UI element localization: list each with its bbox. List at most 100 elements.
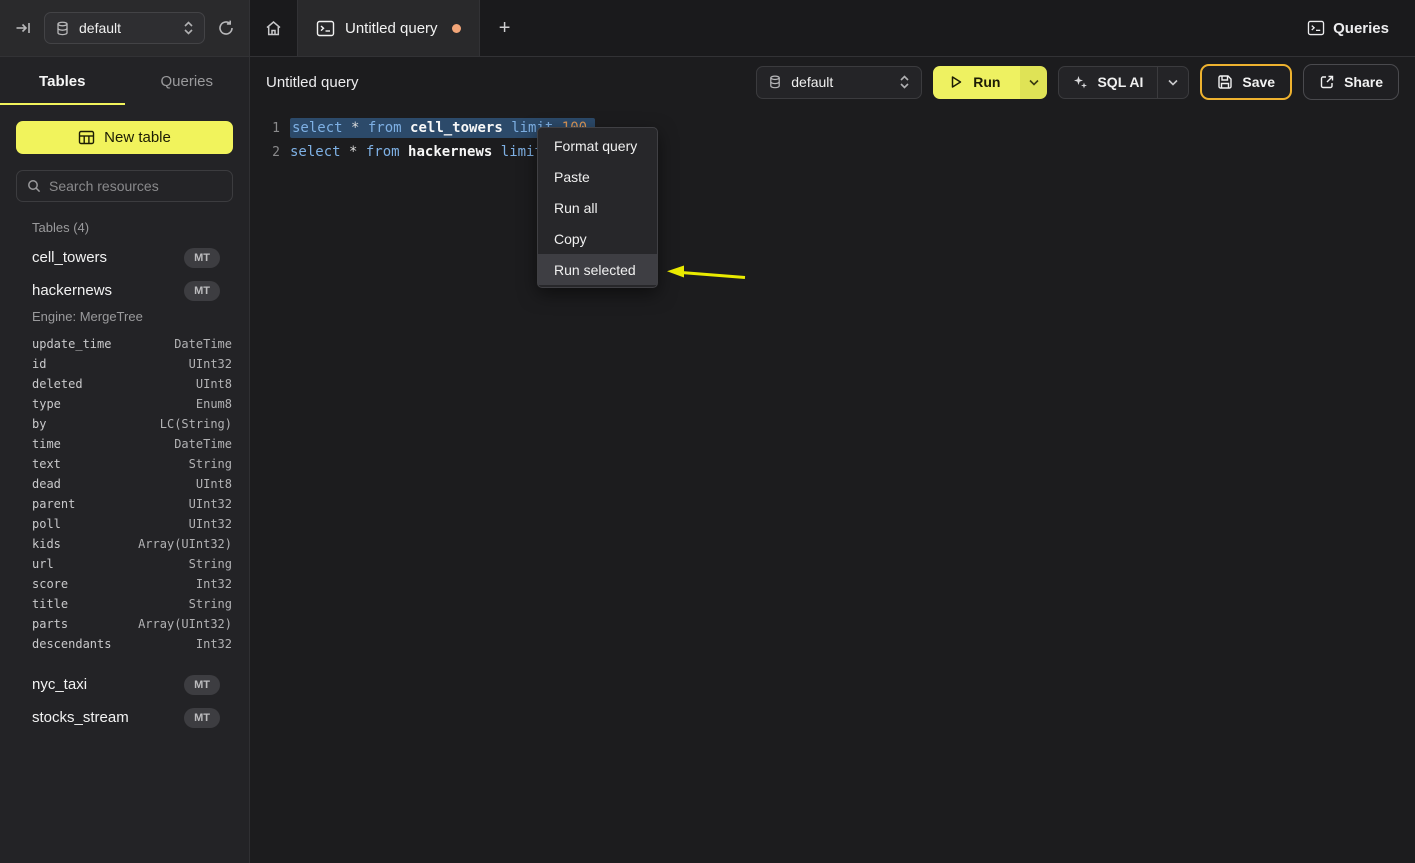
table-row-cell-towers[interactable]: cell_towers MT bbox=[16, 241, 233, 274]
column-name: descendants bbox=[32, 637, 196, 651]
column-row: kidsArray(UInt32) bbox=[16, 534, 233, 554]
column-row: deadUInt8 bbox=[16, 474, 233, 494]
column-type: UInt32 bbox=[189, 357, 232, 371]
share-button[interactable]: Share bbox=[1303, 64, 1399, 100]
query-terminal-icon bbox=[316, 20, 335, 37]
queries-terminal-icon bbox=[1307, 20, 1325, 36]
database-icon bbox=[768, 75, 782, 89]
column-name: parent bbox=[32, 497, 189, 511]
query-header: Untitled query default bbox=[250, 57, 1415, 107]
table-row-nyc-taxi[interactable]: nyc_taxi MT bbox=[16, 668, 233, 701]
column-name: by bbox=[32, 417, 160, 431]
sql-ai-button-group: SQL AI bbox=[1058, 66, 1189, 99]
sql-ai-options-button[interactable] bbox=[1158, 67, 1188, 98]
updown-chevron-icon bbox=[899, 75, 910, 89]
save-button[interactable]: Save bbox=[1200, 64, 1292, 100]
sidebar-tab-queries[interactable]: Queries bbox=[125, 57, 250, 105]
sparkles-icon bbox=[1073, 75, 1088, 90]
column-type: String bbox=[189, 597, 232, 611]
collapse-sidebar-button[interactable] bbox=[14, 19, 32, 37]
column-name: score bbox=[32, 577, 196, 591]
new-table-button[interactable]: New table bbox=[16, 121, 233, 154]
context-menu-item-copy[interactable]: Copy bbox=[538, 223, 657, 254]
queries-button[interactable]: Queries bbox=[1307, 20, 1389, 37]
database-selector-value: default bbox=[79, 20, 174, 36]
collapse-sidebar-icon bbox=[14, 19, 32, 37]
token-kw: from bbox=[366, 144, 400, 160]
context-menu-item-paste[interactable]: Paste bbox=[538, 161, 657, 192]
new-tab-button[interactable]: + bbox=[480, 0, 530, 56]
column-type: UInt32 bbox=[189, 497, 232, 511]
table-grid-icon bbox=[78, 130, 95, 145]
token-plain: * bbox=[343, 120, 368, 136]
column-name: deleted bbox=[32, 377, 196, 391]
sidebar: Tables Queries New table bbox=[0, 57, 250, 863]
column-name: title bbox=[32, 597, 189, 611]
line-number: 2 bbox=[250, 145, 280, 160]
column-row: typeEnum8 bbox=[16, 394, 233, 414]
run-options-button[interactable] bbox=[1020, 66, 1047, 99]
table-name: nyc_taxi bbox=[32, 676, 184, 693]
save-button-label: Save bbox=[1242, 74, 1275, 90]
column-type: String bbox=[189, 557, 232, 571]
table-row-hackernews[interactable]: hackernews MT bbox=[16, 274, 233, 307]
table-row-stocks-stream[interactable]: stocks_stream MT bbox=[16, 701, 233, 734]
sql-editor[interactable]: 1select * from cell_towers limit 100 2 sel… bbox=[250, 107, 1415, 164]
refresh-button[interactable] bbox=[217, 19, 235, 37]
sql-ai-label: SQL AI bbox=[1097, 74, 1143, 90]
tab-strip: Untitled query + Queries bbox=[250, 0, 1415, 56]
run-button[interactable]: Run bbox=[933, 66, 1020, 99]
column-row: descendantsInt32 bbox=[16, 634, 233, 654]
column-row: update_timeDateTime bbox=[16, 334, 233, 354]
query-database-selector[interactable]: default bbox=[756, 66, 922, 99]
token-plain bbox=[503, 120, 511, 136]
annotation-arrow bbox=[665, 261, 750, 287]
column-name: time bbox=[32, 437, 174, 451]
column-row: pollUInt32 bbox=[16, 514, 233, 534]
tab-untitled-query[interactable]: Untitled query bbox=[297, 0, 480, 56]
context-menu-item-run-all[interactable]: Run all bbox=[538, 192, 657, 223]
home-tab[interactable] bbox=[250, 0, 297, 56]
database-selector[interactable]: default bbox=[44, 12, 205, 44]
column-row: titleString bbox=[16, 594, 233, 614]
token-ident: cell_towers bbox=[410, 120, 503, 136]
column-type: Array(UInt32) bbox=[138, 617, 232, 631]
column-row: textString bbox=[16, 454, 233, 474]
column-name: id bbox=[32, 357, 189, 371]
token-plain bbox=[492, 144, 500, 160]
sidebar-tab-tables[interactable]: Tables bbox=[0, 57, 125, 105]
top-bar: default bbox=[0, 0, 1415, 57]
column-type: String bbox=[189, 457, 232, 471]
app-window: default bbox=[0, 0, 1415, 863]
search-input[interactable] bbox=[49, 178, 222, 194]
sidebar-tabs: Tables Queries bbox=[0, 57, 249, 105]
column-name: dead bbox=[32, 477, 196, 491]
column-name: type bbox=[32, 397, 196, 411]
refresh-icon bbox=[217, 19, 235, 37]
token-kw: select bbox=[290, 144, 341, 160]
column-type: UInt8 bbox=[196, 477, 232, 491]
tables-section-label: Tables (4) bbox=[16, 220, 233, 235]
code-line[interactable]: 1select * from cell_towers limit 100 bbox=[250, 116, 1415, 140]
main-panel: Untitled query default bbox=[250, 57, 1415, 863]
token-plain bbox=[402, 120, 410, 136]
context-menu-item-format-query[interactable]: Format query bbox=[538, 130, 657, 161]
topbar-left-section: default bbox=[0, 0, 250, 56]
play-icon bbox=[949, 75, 963, 89]
share-export-icon bbox=[1319, 74, 1335, 90]
sql-ai-button[interactable]: SQL AI bbox=[1059, 67, 1158, 98]
queries-button-label: Queries bbox=[1333, 20, 1389, 37]
run-button-label: Run bbox=[973, 74, 1000, 90]
column-row: partsArray(UInt32) bbox=[16, 614, 233, 634]
share-button-label: Share bbox=[1344, 74, 1383, 90]
new-table-label: New table bbox=[104, 129, 171, 146]
engine-badge: MT bbox=[184, 248, 220, 268]
engine-badge: MT bbox=[184, 281, 220, 301]
context-menu-item-run-selected[interactable]: Run selected bbox=[538, 254, 657, 285]
code-line[interactable]: 2select * from hackernews limit bbox=[250, 140, 1415, 164]
column-type: DateTime bbox=[174, 437, 232, 451]
column-row: idUInt32 bbox=[16, 354, 233, 374]
column-name: text bbox=[32, 457, 189, 471]
column-type: Int32 bbox=[196, 577, 232, 591]
column-name: url bbox=[32, 557, 189, 571]
